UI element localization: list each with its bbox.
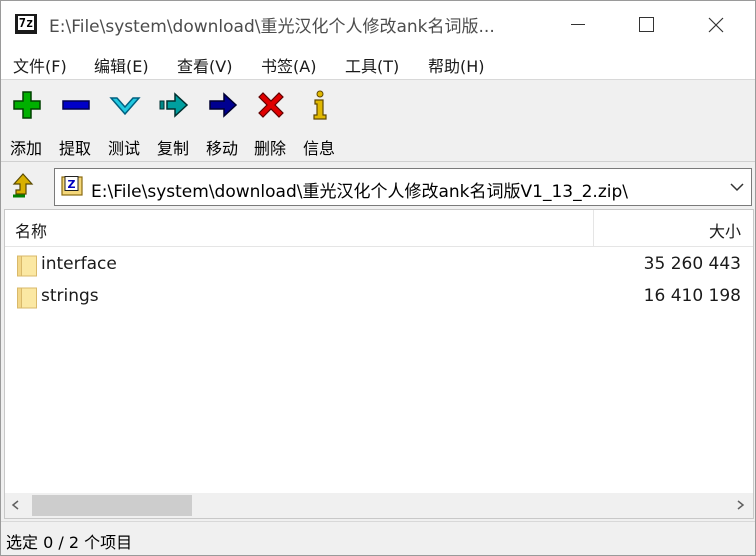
menu-bookmarks[interactable]: 书签(A) <box>261 53 316 77</box>
column-name-header[interactable]: 名称 <box>15 218 47 242</box>
address-field[interactable]: Z E:\File\system\download\重光汉化个人修改ank名词版… <box>54 168 752 206</box>
minimize-icon <box>571 24 585 25</box>
copy-icon <box>159 92 189 118</box>
maximize-button[interactable] <box>623 1 669 48</box>
delete-label: 删除 <box>253 139 286 158</box>
menu-edit[interactable]: 编辑(E) <box>94 53 149 77</box>
up-folder-button[interactable] <box>7 170 39 202</box>
extract-button[interactable]: 提取 <box>52 89 98 158</box>
up-arrow-icon <box>12 173 34 198</box>
info-label: 信息 <box>302 139 335 158</box>
status-bar: 选定 0 / 2 个项目 <box>1 521 755 555</box>
folder-icon <box>17 255 37 277</box>
add-icon <box>13 91 41 119</box>
move-label: 移动 <box>205 139 238 158</box>
file-name: interface <box>41 254 117 274</box>
delete-button[interactable]: 删除 <box>247 89 293 158</box>
address-path: E:\File\system\download\重光汉化个人修改ank名词版V1… <box>91 182 628 202</box>
toolbar: 添加 提取 测试 复制 移动 删除 信息 <box>1 81 755 159</box>
file-size: 35 260 443 <box>643 254 741 274</box>
move-icon <box>209 92 238 118</box>
status-text: 选定 0 / 2 个项目 <box>6 533 133 552</box>
scrollbar-thumb[interactable] <box>32 495 192 516</box>
menu-help[interactable]: 帮助(H) <box>428 53 485 77</box>
add-button[interactable]: 添加 <box>3 89 49 158</box>
delete-icon <box>258 92 284 118</box>
address-row: Z E:\File\system\download\重光汉化个人修改ank名词版… <box>1 161 755 209</box>
extract-icon <box>62 100 90 110</box>
file-list: 名称 大小 interface 35 260 443 strings 16 41… <box>4 209 754 519</box>
column-size-header[interactable]: 大小 <box>709 218 741 242</box>
maximize-icon <box>638 17 654 32</box>
chevron-down-icon[interactable] <box>727 177 747 197</box>
menu-tools[interactable]: 工具(T) <box>345 53 399 77</box>
list-item[interactable]: interface 35 260 443 <box>5 248 753 280</box>
app-icon: 7z <box>15 14 37 34</box>
menu-bar: 文件(F) 编辑(E) 查看(V) 书签(A) 工具(T) 帮助(H) <box>1 48 755 80</box>
window-title: E:\File\system\download\重光汉化个人修改ank名词版..… <box>49 17 495 37</box>
archive-icon: Z <box>61 176 83 196</box>
test-icon <box>109 97 141 116</box>
list-item[interactable]: strings 16 410 198 <box>5 280 753 312</box>
scroll-right-icon[interactable] <box>733 498 747 512</box>
extract-label: 提取 <box>58 139 91 158</box>
list-header: 名称 大小 <box>5 210 753 247</box>
file-name: strings <box>41 286 99 306</box>
minimize-button[interactable] <box>555 1 601 48</box>
menu-view[interactable]: 查看(V) <box>177 53 232 77</box>
move-button[interactable]: 移动 <box>199 89 245 158</box>
column-divider[interactable] <box>593 210 594 247</box>
copy-label: 复制 <box>156 139 189 158</box>
info-icon <box>313 90 327 120</box>
add-label: 添加 <box>9 139 42 158</box>
menu-file[interactable]: 文件(F) <box>13 53 67 77</box>
close-button[interactable] <box>693 1 739 48</box>
copy-button[interactable]: 复制 <box>150 89 196 158</box>
close-icon <box>708 17 724 32</box>
folder-icon <box>17 287 37 309</box>
test-label: 测试 <box>107 139 140 158</box>
file-size: 16 410 198 <box>643 286 741 306</box>
title-bar[interactable]: 7z E:\File\system\download\重光汉化个人修改ank名词… <box>1 1 755 48</box>
svg-text:Z: Z <box>68 178 76 191</box>
horizontal-scrollbar[interactable] <box>5 493 753 518</box>
app-window: 7z E:\File\system\download\重光汉化个人修改ank名词… <box>0 0 756 556</box>
test-button[interactable]: 测试 <box>101 89 147 158</box>
scroll-left-icon[interactable] <box>9 498 23 512</box>
info-button[interactable]: 信息 <box>296 89 342 158</box>
